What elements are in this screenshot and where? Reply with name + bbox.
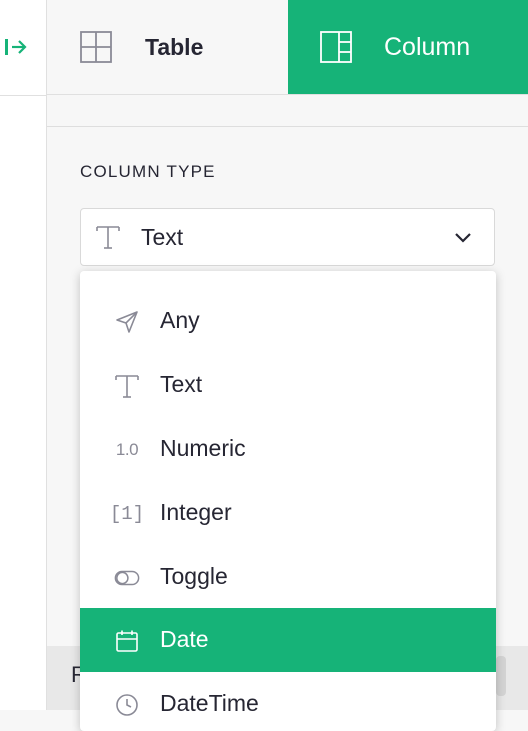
arrow-right-bar-icon xyxy=(5,39,27,55)
send-arrow-icon xyxy=(114,309,140,335)
text-type-icon xyxy=(114,373,140,399)
chevron-down-icon xyxy=(454,231,472,249)
table-grid-icon xyxy=(80,31,112,63)
column-layout-icon xyxy=(320,31,352,63)
column-type-value: Text xyxy=(141,224,184,250)
option-date[interactable]: Date xyxy=(80,608,496,672)
numeric-icon: 1.0 xyxy=(115,440,139,459)
option-label: Integer xyxy=(160,499,232,525)
option-label: Text xyxy=(160,371,203,397)
left-panel-strip xyxy=(0,0,47,710)
option-label: DateTime xyxy=(160,690,259,716)
option-text[interactable]: Text xyxy=(80,353,496,417)
option-label: Date xyxy=(160,626,209,652)
option-integer[interactable]: [1] Integer xyxy=(80,481,496,545)
option-label: Any xyxy=(160,307,200,333)
collapse-panel-button[interactable] xyxy=(2,34,30,60)
calendar-icon xyxy=(114,628,140,654)
option-label: Numeric xyxy=(160,435,246,461)
tab-column[interactable]: Column xyxy=(288,0,528,94)
integer-icon: [1] xyxy=(109,503,145,525)
option-numeric[interactable]: 1.0 Numeric xyxy=(80,417,496,481)
option-any[interactable]: Any xyxy=(80,289,496,353)
clock-icon xyxy=(114,692,140,718)
tab-table-label: Table xyxy=(145,33,204,60)
option-datetime[interactable]: DateTime xyxy=(80,672,496,731)
bottom-peek-control xyxy=(496,656,506,696)
panel-tabs: Table Column xyxy=(47,0,528,95)
option-label: Toggle xyxy=(160,563,228,589)
tab-table[interactable]: Table xyxy=(47,0,288,94)
option-toggle[interactable]: Toggle xyxy=(80,545,496,609)
tab-column-label: Column xyxy=(384,32,471,61)
toggle-icon xyxy=(114,565,140,591)
text-type-icon xyxy=(94,223,122,256)
column-type-heading: COLUMN TYPE xyxy=(80,162,216,181)
column-type-dropdown: Any Text 1.0 Numeric [1] Integer Toggle … xyxy=(80,271,496,731)
column-type-select[interactable]: Text xyxy=(80,208,495,266)
sub-header-band xyxy=(47,95,528,127)
